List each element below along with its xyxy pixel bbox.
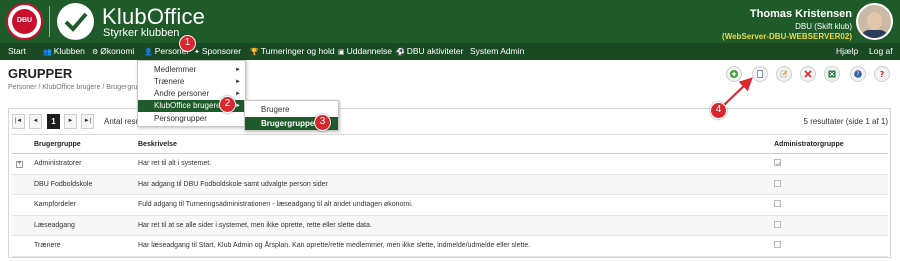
callout-badge-4: 4 [710,102,727,119]
callout-badge-1: 1 [179,35,196,52]
callout-arrow [723,77,753,106]
callout-badge-3: 3 [314,114,331,131]
callout-badge-2: 2 [219,96,236,113]
